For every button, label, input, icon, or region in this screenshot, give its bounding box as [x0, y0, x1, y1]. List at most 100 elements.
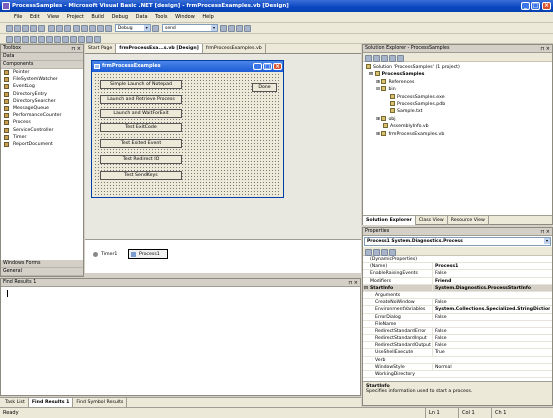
menu-edit[interactable]: Edit [30, 14, 40, 20]
align-center-icon[interactable] [14, 36, 21, 43]
toolbox-tab-general[interactable]: General [1, 268, 83, 276]
menu-data[interactable]: Data [136, 14, 148, 20]
launch-waitforexit-button[interactable]: Launch and WaitForExit [100, 109, 182, 118]
cut-icon[interactable] [47, 25, 55, 32]
prop-row-redirectstandarderror[interactable]: RedirectStandardError False [363, 327, 552, 336]
tab-form-design[interactable]: frmProcessExa...s.vb [Design] [116, 44, 203, 53]
test-exitcode-button[interactable]: Test ExitCode [100, 123, 182, 132]
simple-launch-notepad-button[interactable]: Simple Launch of Notepad [100, 80, 182, 89]
done-button[interactable]: Done [252, 83, 277, 92]
nav-forward-icon[interactable] [97, 25, 105, 32]
prop-row-errordialog[interactable]: ErrorDialog False [363, 313, 552, 321]
menu-view[interactable]: View [47, 14, 59, 20]
bring-front-icon[interactable] [78, 36, 85, 43]
undo-icon[interactable] [73, 25, 81, 32]
tab-solution-explorer[interactable]: Solution Explorer [363, 216, 416, 225]
properties-icon[interactable] [227, 25, 235, 32]
toolbox-item-eventlog[interactable]: EventLog [1, 83, 83, 90]
menu-window[interactable]: Window [175, 14, 195, 20]
tab-start-page[interactable]: Start Page [85, 44, 117, 53]
tree-obj[interactable]: ⊞ obj [363, 115, 552, 123]
launch-retrieve-process-button[interactable]: Launch and Retrieve Process [100, 95, 182, 104]
categorized-icon[interactable] [365, 249, 372, 256]
prop-row-environmentvariables[interactable]: EnvironmentVariables System.Collections.S… [363, 306, 552, 314]
expand-icon[interactable]: ⊞ [376, 117, 380, 122]
events-icon[interactable] [389, 249, 396, 256]
spacing-icon[interactable] [70, 36, 77, 43]
properties-icon[interactable] [397, 55, 404, 62]
toolbox-item-reportdocument[interactable]: ReportDocument [1, 141, 83, 148]
refresh-icon[interactable] [381, 55, 388, 62]
menu-help[interactable]: Help [202, 14, 213, 20]
save-all-icon[interactable] [38, 25, 45, 32]
toolbox-item-pointer[interactable]: Pointer [1, 69, 83, 76]
class-view-icon[interactable] [243, 25, 251, 32]
test-exited-event-button[interactable]: Test Exited Event [100, 139, 182, 148]
prop-row-name[interactable]: (Name) Process1 [363, 263, 552, 271]
find-icon[interactable] [152, 25, 160, 32]
prop-row-startinfo[interactable]: ⊟ StartInfo System.Diagnostics.ProcessStar… [363, 284, 552, 292]
new-project-icon[interactable] [6, 25, 13, 32]
collapse-icon[interactable]: ⊟ [376, 87, 380, 92]
tree-pdb[interactable]: ProcessSamples.pdb [363, 100, 552, 108]
prop-row-arguments[interactable]: Arguments [363, 292, 552, 300]
redo-icon[interactable] [81, 25, 89, 32]
tree-sample-txt[interactable]: Sample.txt [363, 108, 552, 115]
tab-find-results[interactable]: Find Results 1 [28, 398, 74, 407]
menu-debug[interactable]: Debug [112, 14, 128, 20]
tab-class-view[interactable]: Class View [416, 216, 448, 225]
toolbox-item-process[interactable]: Process [1, 119, 83, 126]
open-icon[interactable] [22, 25, 29, 32]
pin-icon[interactable]: ⊓ × [71, 45, 81, 53]
find-combo[interactable]: send ▾ [161, 24, 218, 32]
prop-row-enableraisingevents[interactable]: EnableRaisingEvents False [363, 270, 552, 278]
maximize-button[interactable]: □ [531, 2, 540, 10]
minimize-button[interactable]: _ [521, 2, 530, 10]
toolbox-item-messagequeue[interactable]: MessageQueue [1, 105, 83, 112]
paste-icon[interactable] [63, 25, 71, 32]
align-bottom-icon[interactable] [46, 36, 53, 43]
window-title-bar[interactable]: ProcessSamples - Microsoft Visual Basic … [0, 0, 553, 12]
toolbox-icon[interactable] [235, 25, 243, 32]
menu-file[interactable]: File [14, 14, 22, 20]
object-selector[interactable]: Process1 System.Diagnostics.Process ▾ [364, 237, 551, 246]
tab-form-code[interactable]: frmProcessExamples.vb [203, 44, 266, 53]
toolbox-item-timer[interactable]: Timer [1, 134, 83, 141]
prop-row-verb[interactable]: Verb [363, 357, 552, 364]
close-icon[interactable]: ⊓ × [348, 279, 358, 287]
toolbox-item-filesystemwatcher[interactable]: FileSystemWatcher [1, 76, 83, 83]
align-middle-icon[interactable] [38, 36, 45, 43]
align-right-icon[interactable] [22, 36, 29, 43]
properties-view-icon[interactable] [381, 249, 388, 256]
tree-solution[interactable]: Solution 'ProcessSamples' (1 project) [363, 64, 552, 71]
view-code-icon[interactable] [365, 55, 372, 62]
menu-build[interactable]: Build [91, 14, 104, 20]
test-redirect-io-button[interactable]: Test Redirect IO [100, 155, 182, 164]
prop-row-useshellexecute[interactable]: UseShellExecute True [363, 349, 552, 357]
menu-tools[interactable]: Tools [155, 14, 167, 20]
close-icon[interactable]: ⊓ × [540, 45, 550, 53]
lock-controls-icon[interactable] [94, 36, 101, 43]
solution-explorer-icon[interactable] [219, 25, 227, 32]
toolbox-item-servicecontroller[interactable]: ServiceController [1, 127, 83, 134]
tree-references[interactable]: ⊞ References [363, 78, 552, 86]
form-body[interactable]: Simple Launch of Notepad Launch and Retr… [94, 73, 281, 195]
prop-row-workingdirectory[interactable]: WorkingDirectory [363, 371, 552, 379]
add-item-icon[interactable] [14, 25, 21, 32]
toolbox-item-performancecounter[interactable]: PerformanceCounter [1, 112, 83, 119]
tree-project[interactable]: ⊟ ProcessSamples [363, 71, 552, 78]
same-size-icon[interactable] [54, 36, 61, 43]
menu-project[interactable]: Project [67, 14, 84, 20]
prop-row-filename[interactable]: FileName [363, 321, 552, 328]
prop-row-modifiers[interactable]: Modifiers Friend [363, 277, 552, 285]
copy-icon[interactable] [55, 25, 63, 32]
toolbox-tab-windows-forms[interactable]: Windows Forms [1, 260, 83, 268]
toolbox-tab-data[interactable]: Data [1, 53, 83, 61]
nav-back-icon[interactable] [89, 25, 97, 32]
tray-process1[interactable]: Process1 [128, 249, 168, 259]
tab-task-list[interactable]: Task List [2, 398, 29, 407]
align-top-icon[interactable] [30, 36, 37, 43]
save-icon[interactable] [30, 25, 37, 32]
prop-row-redirectstandardinput[interactable]: RedirectStandardInput False [363, 335, 552, 343]
expand-icon[interactable]: ⊞ [376, 80, 380, 85]
